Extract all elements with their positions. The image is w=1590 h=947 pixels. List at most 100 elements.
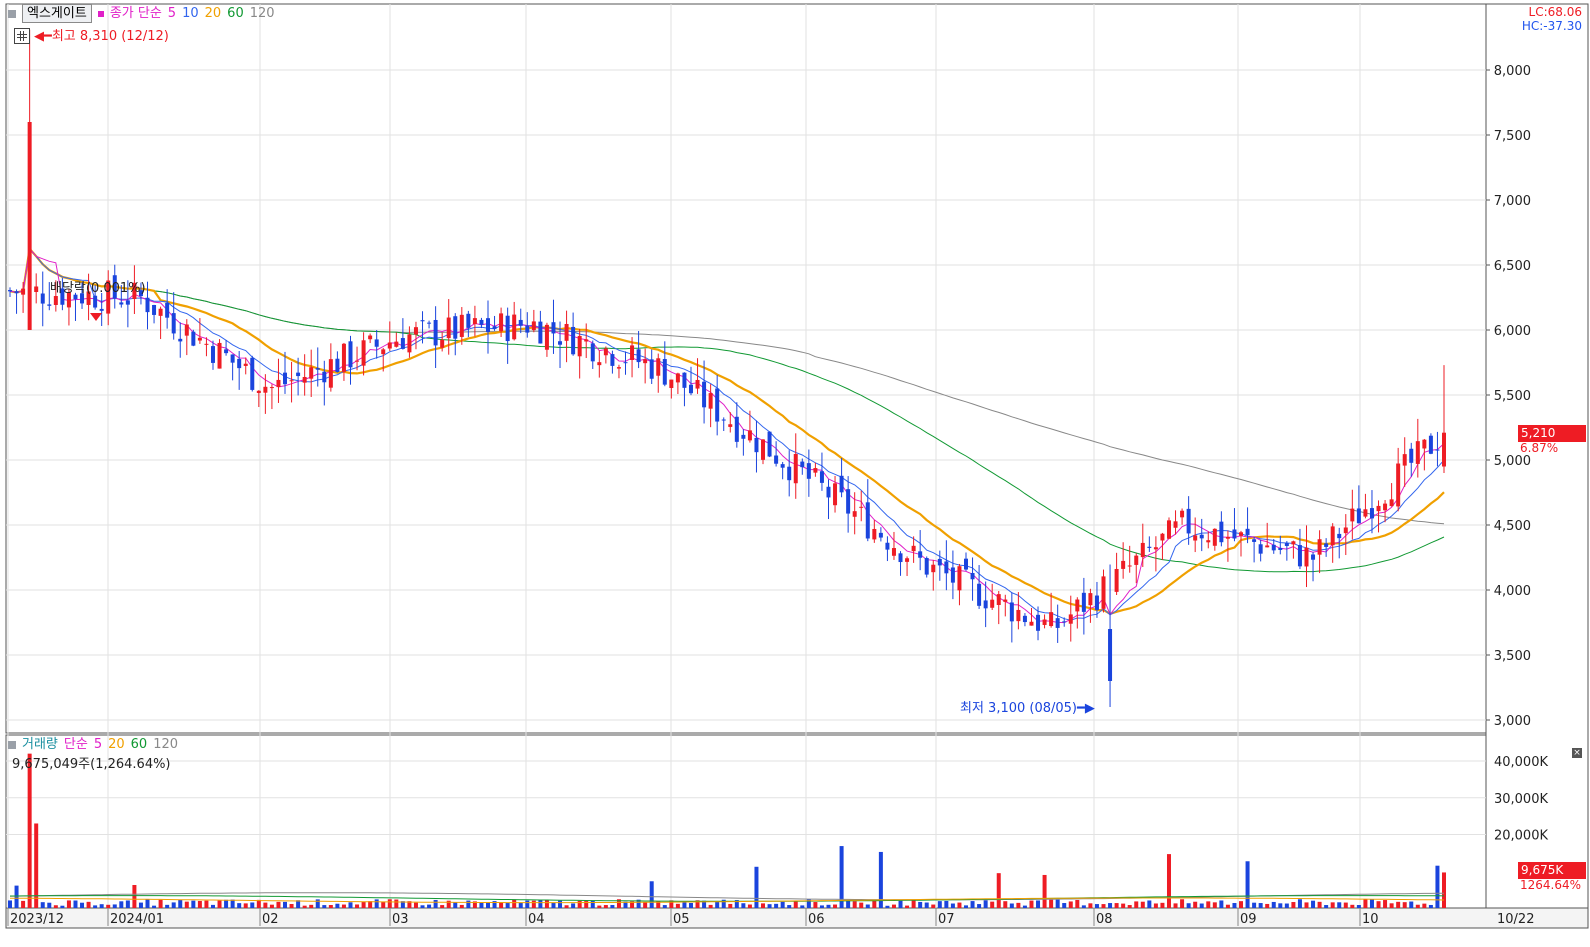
candle-body bbox=[610, 354, 615, 366]
candle-body bbox=[1094, 595, 1099, 610]
volume-ratio: 1264.64% bbox=[1520, 878, 1582, 892]
candle-body bbox=[571, 326, 576, 355]
price-tick-label: 3,500 bbox=[1494, 649, 1531, 664]
candle-body bbox=[472, 318, 477, 325]
left-arrow-icon: ◀━ bbox=[34, 29, 52, 44]
candle-body bbox=[983, 600, 988, 609]
volume-bar bbox=[243, 903, 248, 908]
volume-bar bbox=[1173, 903, 1178, 908]
volume-bar bbox=[924, 902, 929, 908]
candle-body bbox=[486, 318, 490, 332]
candle-body bbox=[800, 461, 805, 468]
candle-body bbox=[780, 464, 785, 468]
candle-body bbox=[518, 319, 523, 326]
volume-bar bbox=[335, 903, 340, 908]
candle-body bbox=[885, 542, 890, 550]
candle-body bbox=[1304, 547, 1309, 567]
candle-body bbox=[1075, 599, 1080, 612]
candle-body bbox=[944, 561, 949, 574]
candle-body bbox=[328, 359, 333, 388]
price-tick-label: 6,000 bbox=[1494, 324, 1531, 339]
candle-body bbox=[191, 331, 196, 346]
volume-bar bbox=[1055, 899, 1060, 908]
volume-bar bbox=[283, 901, 288, 908]
date-tick-label: 03 bbox=[392, 912, 409, 927]
volume-bar bbox=[715, 901, 720, 908]
stock-chart[interactable]: 8,000 7,500 7,000 6,500 6,000 5,500 5,000 4,500… bbox=[0, 0, 1590, 947]
candle-body bbox=[957, 566, 962, 591]
volume-bar bbox=[1219, 900, 1224, 908]
candle-body bbox=[551, 322, 556, 334]
candle-body bbox=[210, 346, 215, 363]
calendar-icon[interactable] bbox=[14, 28, 30, 44]
volume-bar bbox=[558, 900, 563, 908]
volume-bar bbox=[1042, 874, 1047, 908]
price-tick-label: 3,000 bbox=[1494, 714, 1531, 729]
volume-bar bbox=[204, 900, 209, 908]
volume-bar bbox=[512, 899, 517, 908]
candle-body bbox=[171, 313, 176, 334]
volume-bar bbox=[237, 903, 242, 908]
volume-bar bbox=[950, 903, 955, 908]
candle-body bbox=[813, 468, 818, 473]
candle-body bbox=[833, 483, 838, 506]
volume-bar bbox=[1304, 902, 1309, 908]
volume-bar bbox=[459, 904, 464, 908]
date-tick-label: 2023/12 bbox=[10, 912, 64, 927]
panel-menu-icon[interactable] bbox=[8, 9, 16, 18]
candle-body bbox=[636, 349, 641, 363]
volume-bar bbox=[1232, 903, 1237, 908]
volume-bar bbox=[8, 900, 12, 908]
candle-body bbox=[99, 308, 104, 311]
volume-bar bbox=[1422, 903, 1427, 908]
candle-body bbox=[224, 349, 229, 354]
volume-indicator[interactable]: 단순 bbox=[64, 737, 88, 753]
candle-body bbox=[289, 380, 294, 382]
volume-bar bbox=[433, 899, 438, 908]
volume-header: 거래량 단순 5 20 60 120 bbox=[8, 737, 178, 753]
volume-bar bbox=[1081, 905, 1086, 908]
candle-body bbox=[27, 122, 32, 330]
volume-bar bbox=[1442, 872, 1446, 908]
volume-bar bbox=[145, 899, 150, 908]
volume-bar bbox=[643, 902, 648, 908]
close-icon[interactable]: × bbox=[1572, 748, 1582, 758]
candle-body bbox=[1337, 533, 1342, 539]
volume-bar bbox=[132, 885, 137, 908]
volume-bar bbox=[1094, 904, 1099, 908]
volume-menu-icon[interactable] bbox=[8, 741, 16, 749]
date-axis bbox=[5, 907, 1589, 929]
dividend-annotation: 배당락(0.001%) bbox=[50, 281, 146, 296]
volume-label[interactable]: 거래량 bbox=[22, 737, 58, 753]
volume-bar bbox=[813, 902, 818, 908]
ma-period-10: 10 bbox=[182, 5, 199, 21]
volume-bar bbox=[21, 900, 26, 908]
price-tick-label: 4,500 bbox=[1494, 519, 1531, 534]
candle-body bbox=[1245, 528, 1250, 535]
ma-indicator-label[interactable]: 종가 단순 bbox=[110, 6, 162, 22]
date-tick-label: 10 bbox=[1362, 912, 1379, 927]
volume-bar bbox=[682, 901, 687, 908]
candle-body bbox=[492, 326, 497, 329]
volume-bar bbox=[846, 900, 851, 908]
candle-body bbox=[643, 359, 648, 364]
volume-bar bbox=[93, 905, 98, 908]
candle-body bbox=[1363, 509, 1368, 517]
volume-bar bbox=[531, 900, 536, 908]
candle-body bbox=[538, 321, 543, 344]
volume-bar bbox=[1376, 901, 1381, 908]
candle-body bbox=[1062, 621, 1067, 623]
candle-body bbox=[774, 455, 779, 464]
volume-bar bbox=[224, 899, 229, 908]
candle-body bbox=[1036, 614, 1041, 631]
candle-body bbox=[649, 359, 654, 379]
stock-name[interactable]: 엑스게이트 bbox=[22, 4, 92, 23]
candle-body bbox=[630, 345, 635, 360]
candle-body bbox=[394, 341, 399, 347]
candle-body bbox=[839, 475, 844, 493]
candle-body bbox=[597, 362, 602, 366]
candle-body bbox=[505, 315, 510, 342]
volume-bar bbox=[440, 905, 445, 908]
candle-body bbox=[1350, 508, 1355, 522]
candle-body bbox=[584, 339, 589, 342]
